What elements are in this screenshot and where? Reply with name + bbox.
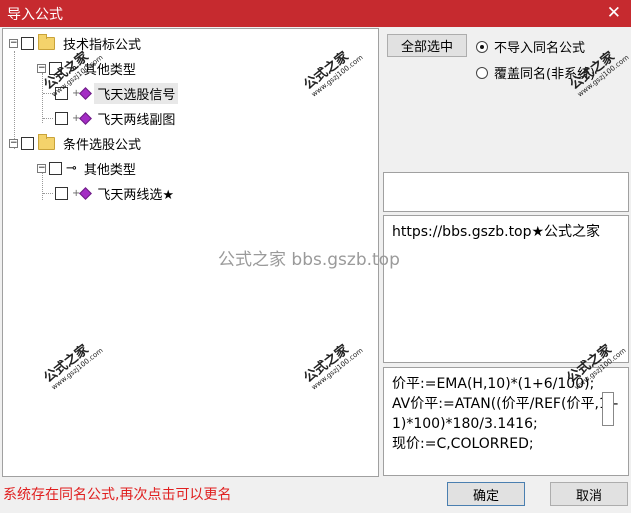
key-icon: ⊸	[66, 160, 77, 176]
cancel-button[interactable]: 取消	[550, 482, 628, 506]
tree-checkbox[interactable]	[55, 186, 68, 200]
tree-node-feitian-sub-chart[interactable]: + 飞天两线副图	[43, 107, 178, 129]
radio-skip-same-name[interactable]: 不导入同名公式	[476, 37, 585, 56]
formula-icon: +	[72, 186, 93, 200]
radio-skip-label: 不导入同名公式	[494, 41, 586, 56]
formula-code-text: 价平:=EMA(H,10)*(1+6/100); AV价平:=ATAN((价平/…	[392, 376, 619, 452]
tree-connector	[43, 192, 53, 194]
collapse-icon[interactable]: −	[37, 63, 46, 73]
tree-node-label: 其他类型	[83, 162, 136, 178]
tree-checkbox[interactable]	[55, 111, 68, 125]
tree-node-feitian-signal[interactable]: + 飞天选股信号	[43, 82, 179, 104]
tree-checkbox[interactable]	[49, 161, 62, 175]
name-field[interactable]	[383, 172, 629, 212]
formula-icon: +	[72, 111, 93, 125]
tree-node-tech-indicators[interactable]: − 技术指标公式	[9, 32, 144, 54]
radio-checked-icon	[476, 40, 488, 53]
tree-checkbox[interactable]	[21, 36, 34, 50]
tree-node-label: 飞天选股信号	[94, 82, 179, 104]
folder-icon	[38, 33, 55, 50]
tree-checkbox[interactable]	[55, 86, 68, 100]
collapse-icon[interactable]: −	[9, 138, 18, 148]
description-box[interactable]: https://bbs.gszb.top★公式之家	[383, 215, 629, 363]
radio-overwrite-label: 覆盖同名(非系统)	[494, 67, 596, 82]
tree-node-label: 其他类型	[83, 62, 136, 78]
tree-connector	[43, 117, 53, 119]
tree-node-other-types-2[interactable]: − ⊸ 其他类型	[37, 157, 139, 179]
tree-checkbox[interactable]	[49, 61, 62, 75]
description-text: https://bbs.gszb.top★公式之家	[392, 224, 601, 240]
folder-icon	[38, 133, 55, 150]
radio-unchecked-icon	[476, 66, 488, 79]
select-all-button[interactable]: 全部选中	[387, 34, 467, 57]
tree-node-label: 条件选股公式	[63, 137, 142, 153]
scrollbar-thumb[interactable]	[602, 392, 614, 426]
tree-node-label: 技术指标公式	[63, 37, 142, 53]
tree-checkbox[interactable]	[21, 136, 34, 150]
formula-icon: +	[72, 86, 93, 100]
key-icon: ⊸	[66, 60, 77, 76]
formula-tree[interactable]: − 技术指标公式 − ⊸ 其他类型 + 飞天选股信号 + 飞天两线副图 − 条件…	[2, 28, 379, 477]
tree-node-label: 飞天两线副图	[97, 112, 176, 128]
radio-overwrite-same-name[interactable]: 覆盖同名(非系统)	[476, 63, 595, 82]
tree-connector	[43, 92, 53, 94]
collapse-icon[interactable]: −	[9, 38, 18, 48]
window-title: 导入公式	[7, 6, 63, 23]
title-bar: 导入公式 ✕	[0, 0, 631, 27]
ok-button[interactable]: 确定	[447, 482, 525, 506]
tree-node-condition-screening[interactable]: − 条件选股公式	[9, 132, 144, 154]
tree-node-feitian-two-line-pick[interactable]: + 飞天两线选★	[43, 182, 177, 204]
tree-node-other-types[interactable]: − ⊸ 其他类型	[37, 57, 139, 79]
status-message: 系统存在同名公式,再次点击可以更名	[3, 487, 232, 503]
tree-node-label: 飞天两线选★	[97, 187, 175, 203]
collapse-icon[interactable]: −	[37, 163, 46, 173]
close-icon[interactable]: ✕	[607, 2, 621, 24]
formula-code-box[interactable]: 价平:=EMA(H,10)*(1+6/100); AV价平:=ATAN((价平/…	[383, 367, 629, 476]
